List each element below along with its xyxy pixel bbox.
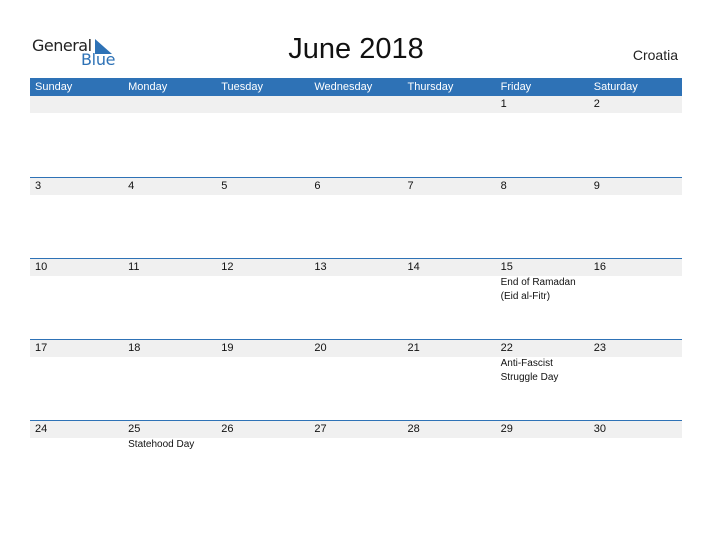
day-cell[interactable]: 15 End of Ramadan (Eid al-Fitr) bbox=[496, 259, 589, 304]
day-cell[interactable] bbox=[30, 96, 123, 113]
day-number: 18 bbox=[128, 342, 141, 354]
weekday-tuesday: Tuesday bbox=[221, 81, 264, 93]
week-cells: 24 25 Statehood Day 26 27 28 29 30 bbox=[30, 421, 682, 452]
day-number: 10 bbox=[35, 261, 48, 273]
day-number: 4 bbox=[128, 180, 135, 192]
holiday-label: End of Ramadan bbox=[500, 277, 576, 288]
day-number: 24 bbox=[35, 423, 48, 435]
day-number: 27 bbox=[314, 423, 327, 435]
country-label: Croatia bbox=[632, 47, 678, 63]
weekday-thursday: Thursday bbox=[407, 81, 454, 93]
day-number: 9 bbox=[593, 180, 600, 192]
week-row: 17 18 19 20 21 22 Anti-Fascist Struggle Day 23 bbox=[30, 339, 682, 421]
week-cells: 12 bbox=[30, 96, 682, 113]
day-number: 16 bbox=[593, 261, 606, 273]
weekday-saturday: Saturday bbox=[593, 81, 638, 93]
day-number: 21 bbox=[407, 342, 420, 354]
day-cell[interactable]: 4 bbox=[123, 178, 216, 195]
day-cell[interactable]: 3 bbox=[30, 178, 123, 195]
weekday-monday: Monday bbox=[128, 81, 168, 93]
day-cell[interactable]: 27 bbox=[309, 421, 402, 452]
day-cell[interactable]: 26 bbox=[216, 421, 309, 452]
weekday-header: Sunday Monday Tuesday Wednesday Thursday… bbox=[30, 78, 682, 96]
holiday-label: Statehood Day bbox=[128, 439, 195, 450]
day-number: 26 bbox=[221, 423, 234, 435]
day-cell[interactable]: 14 bbox=[403, 259, 496, 304]
day-cell[interactable]: 6 bbox=[309, 178, 402, 195]
day-cell[interactable]: 2 bbox=[589, 96, 682, 113]
day-number bbox=[128, 96, 216, 113]
weekday-wednesday: Wednesday bbox=[314, 81, 373, 93]
day-cell[interactable]: 11 bbox=[123, 259, 216, 304]
day-number: 12 bbox=[221, 261, 234, 273]
day-number: 28 bbox=[407, 423, 420, 435]
week-cells: 17 18 19 20 21 22 Anti-Fascist Struggle Day 23 bbox=[30, 340, 682, 385]
day-number: 25 bbox=[128, 423, 141, 435]
day-number: 30 bbox=[593, 423, 606, 435]
week-row: 24 25 Statehood Day 26 27 28 29 30 bbox=[30, 420, 682, 502]
day-number: 22 bbox=[500, 342, 513, 354]
day-number: 11 bbox=[128, 261, 140, 273]
day-cell[interactable]: 20 bbox=[309, 340, 402, 385]
day-cell[interactable]: 23 bbox=[589, 340, 682, 385]
week-row: 12 bbox=[30, 96, 682, 177]
day-cell[interactable] bbox=[216, 96, 309, 113]
day-cell[interactable]: 21 bbox=[403, 340, 496, 385]
day-number: 8 bbox=[500, 180, 507, 192]
day-number: 29 bbox=[500, 423, 513, 435]
day-number: 17 bbox=[35, 342, 48, 354]
day-cell[interactable]: 29 bbox=[496, 421, 589, 452]
day-cell[interactable]: 30 bbox=[589, 421, 682, 452]
day-cell[interactable]: 17 bbox=[30, 340, 123, 385]
day-cell[interactable]: 19 bbox=[216, 340, 309, 385]
day-cell[interactable]: 13 bbox=[309, 259, 402, 304]
day-number: 2 bbox=[593, 98, 600, 110]
holiday-label-line2: Struggle Day bbox=[500, 372, 559, 383]
day-cell[interactable]: 5 bbox=[216, 178, 309, 195]
day-number bbox=[221, 96, 309, 113]
day-cell[interactable]: 7 bbox=[403, 178, 496, 195]
calendar-title: June 2018 bbox=[288, 33, 424, 65]
day-number bbox=[35, 96, 123, 113]
week-cells: 3 4 5 6 7 8 9 bbox=[30, 178, 682, 195]
day-cell[interactable]: 9 bbox=[589, 178, 682, 195]
day-number: 14 bbox=[407, 261, 420, 273]
day-number: 3 bbox=[35, 180, 42, 192]
day-cell[interactable]: 25 Statehood Day bbox=[123, 421, 216, 452]
day-number bbox=[408, 96, 496, 113]
day-number: 6 bbox=[314, 180, 321, 192]
day-number: 5 bbox=[221, 180, 228, 192]
day-cell[interactable]: 24 bbox=[30, 421, 123, 452]
week-cells: 10 11 12 13 14 15 End of Ramadan (Eid al-Fitr) 1… bbox=[30, 259, 682, 304]
day-number bbox=[314, 96, 402, 113]
day-number: 13 bbox=[314, 261, 327, 273]
day-cell[interactable] bbox=[309, 96, 402, 113]
day-number: 7 bbox=[407, 180, 414, 192]
day-number: 19 bbox=[221, 342, 234, 354]
day-number: 15 bbox=[500, 261, 513, 273]
day-cell[interactable]: 22 Anti-Fascist Struggle Day bbox=[496, 340, 589, 385]
holiday-label: Anti-Fascist bbox=[500, 358, 553, 369]
weekday-friday: Friday bbox=[500, 81, 532, 93]
weekday-sunday: Sunday bbox=[35, 81, 73, 93]
day-number: 1 bbox=[500, 98, 507, 110]
day-cell[interactable]: 18 bbox=[123, 340, 216, 385]
holiday-label-line2: (Eid al-Fitr) bbox=[500, 291, 551, 302]
day-cell[interactable]: 8 bbox=[496, 178, 589, 195]
day-cell[interactable]: 12 bbox=[216, 259, 309, 304]
day-number: 20 bbox=[314, 342, 327, 354]
day-number: 23 bbox=[593, 342, 606, 354]
day-cell[interactable]: 16 bbox=[589, 259, 682, 304]
day-cell[interactable] bbox=[123, 96, 216, 113]
day-cell[interactable]: 28 bbox=[403, 421, 496, 452]
day-cell[interactable] bbox=[403, 96, 496, 113]
week-row: 10 11 12 13 14 15 End of Ramadan (Eid al-Fitr) 1… bbox=[30, 258, 682, 340]
day-cell[interactable]: 1 bbox=[496, 96, 589, 113]
day-cell[interactable]: 10 bbox=[30, 259, 123, 304]
week-row: 3 4 5 6 7 8 9 bbox=[30, 177, 682, 259]
